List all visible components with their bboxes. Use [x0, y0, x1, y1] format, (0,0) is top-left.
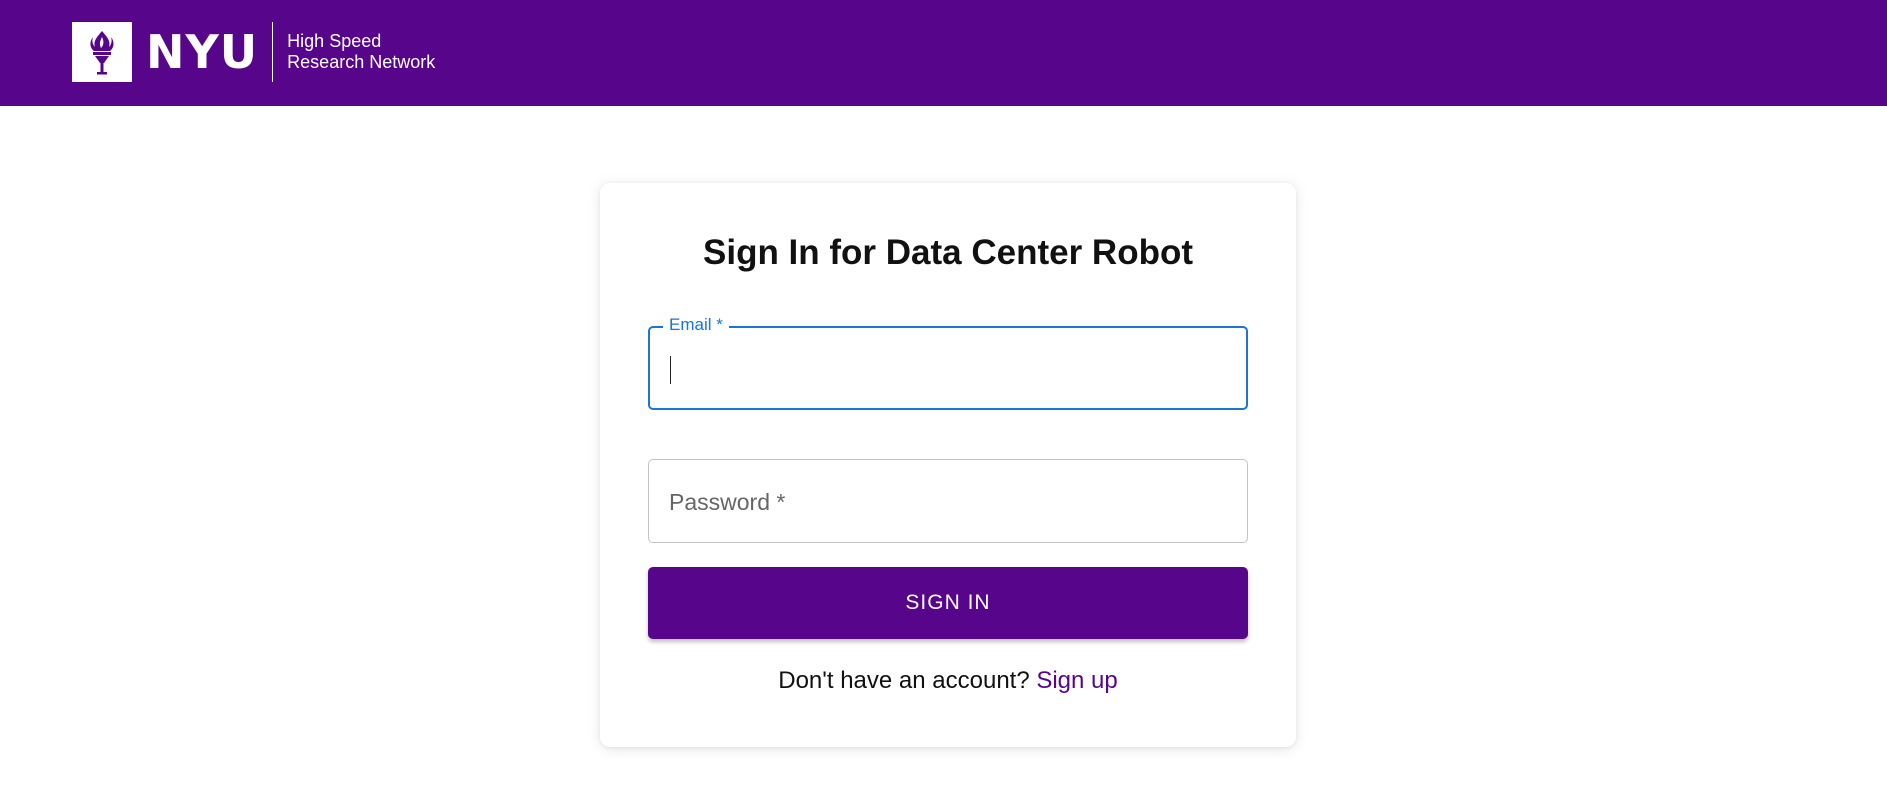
email-field[interactable]: Email * [648, 315, 1248, 410]
brand-subtitle: High Speed Research Network [287, 31, 435, 73]
brand-divider [272, 22, 274, 82]
brand-subtitle-line1: High Speed [287, 31, 382, 51]
nyu-logo[interactable]: NYU High Speed Research Network [72, 22, 435, 82]
sign-up-link[interactable]: Sign up [1036, 667, 1117, 694]
sign-in-card: Sign In for Data Center Robot Email * Pa… [600, 183, 1296, 747]
email-input[interactable] [650, 328, 1246, 408]
password-input[interactable] [649, 460, 1247, 542]
brand-subtitle-line2: Research Network [287, 52, 436, 72]
page-title: Sign In for Data Center Robot [703, 233, 1193, 272]
torch-icon [72, 22, 132, 82]
brand-name: NYU [146, 25, 259, 79]
sign-in-button[interactable]: SIGN IN [648, 567, 1248, 639]
signup-prompt-text: Don't have an account? [778, 667, 1037, 694]
password-field[interactable]: Password * [648, 459, 1248, 543]
top-header-bar: NYU High Speed Research Network [0, 0, 1887, 106]
signup-prompt: Don't have an account? Sign up [600, 667, 1296, 695]
text-cursor [670, 356, 671, 384]
